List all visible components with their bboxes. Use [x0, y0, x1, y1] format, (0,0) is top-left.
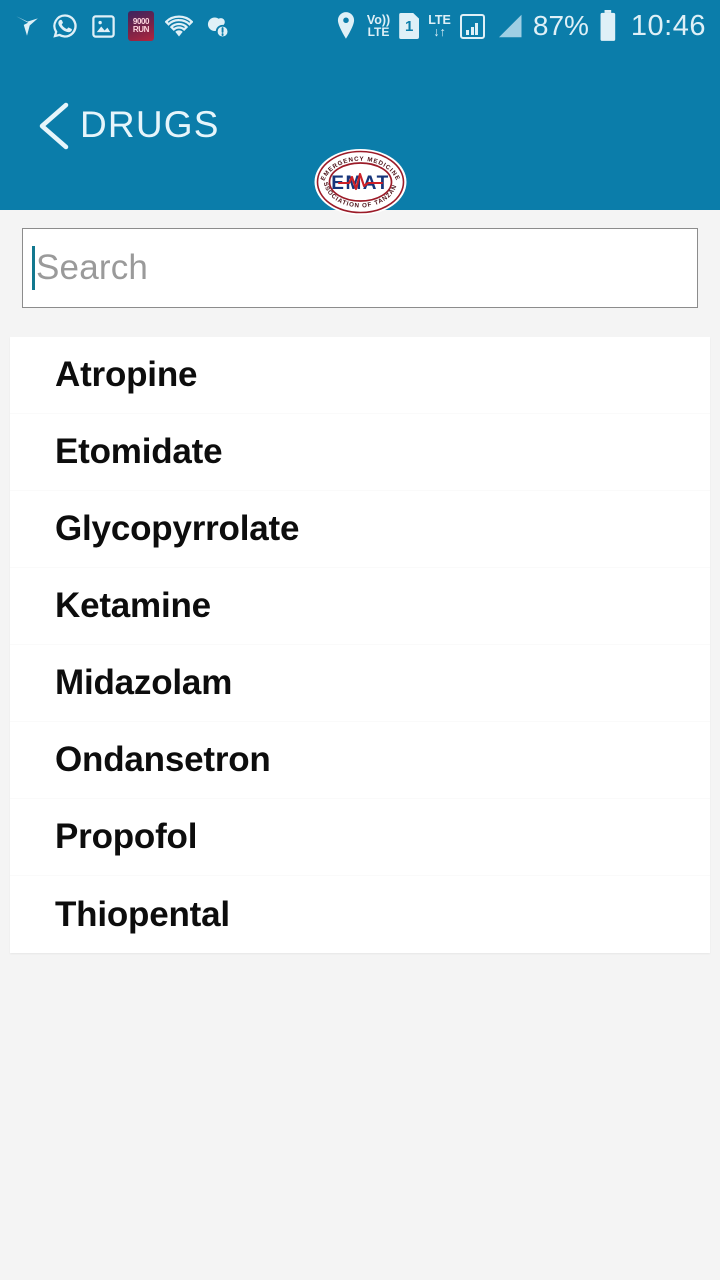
- bird-app-icon: [14, 13, 40, 39]
- list-item[interactable]: Midazolam: [10, 645, 710, 722]
- gallery-image-icon: [90, 13, 117, 40]
- drug-name: Midazolam: [55, 663, 233, 702]
- app-bar: DRUGS EMERGENCY MEDICINE ASSOCIATION OF …: [0, 52, 720, 215]
- text-caret: [32, 246, 35, 290]
- lte-arrows-glyph: ↓↑: [433, 25, 446, 39]
- volte-indicator: Vo)) LTE: [367, 14, 390, 39]
- wifi-icon: [165, 13, 193, 39]
- status-bar-right-icons: Vo)) LTE 1 LTE ↓↑ 87% 10:46: [334, 10, 706, 43]
- list-item[interactable]: Thiopental: [10, 876, 710, 953]
- signal-triangle-icon: [494, 12, 524, 40]
- battery-icon: [598, 10, 618, 42]
- volte-line2: LTE: [367, 25, 390, 40]
- emat-logo: EMERGENCY MEDICINE ASSOCIATION OF TANZAN…: [310, 143, 408, 216]
- location-pin-icon: [334, 11, 358, 41]
- status-bar: 9000 RUN Vo)) LTE 1 LTE ↓↑ 87% 10:46: [0, 0, 720, 52]
- sim-1-icon: 1: [399, 13, 420, 39]
- list-item[interactable]: Ketamine: [10, 568, 710, 645]
- back-chevron-icon[interactable]: [36, 102, 70, 150]
- purple-app-badge-icon: 9000 RUN: [128, 11, 154, 41]
- drug-name: Ketamine: [55, 586, 211, 625]
- drug-name: Glycopyrrolate: [55, 509, 300, 548]
- drug-name: Propofol: [55, 817, 198, 856]
- search-input[interactable]: Search: [22, 228, 698, 308]
- lte-data-icon: LTE ↓↑: [428, 13, 451, 39]
- drug-name: Atropine: [55, 355, 198, 394]
- drug-name: Thiopental: [55, 894, 230, 934]
- battery-percent-label: 87%: [532, 10, 589, 41]
- signal-bars-boxed-icon: [459, 13, 485, 39]
- app-screen: 9000 RUN Vo)) LTE 1 LTE ↓↑ 87% 10:46 DRU…: [0, 0, 720, 1280]
- whatsapp-icon: [51, 12, 79, 40]
- sync-alert-icon: [204, 13, 231, 40]
- list-item[interactable]: Glycopyrrolate: [10, 491, 710, 568]
- status-bar-left-icons: 9000 RUN: [14, 11, 231, 41]
- drug-name: Ondansetron: [55, 740, 271, 779]
- clock-label: 10:46: [630, 9, 706, 42]
- drug-name: Etomidate: [55, 432, 223, 471]
- list-item[interactable]: Etomidate: [10, 414, 710, 491]
- page-title: DRUGS: [80, 104, 220, 145]
- drug-list: Atropine Etomidate Glycopyrrolate Ketami…: [10, 337, 710, 953]
- list-item[interactable]: Atropine: [10, 337, 710, 414]
- search-placeholder: Search: [36, 248, 149, 287]
- list-item[interactable]: Ondansetron: [10, 722, 710, 799]
- list-item[interactable]: Propofol: [10, 799, 710, 876]
